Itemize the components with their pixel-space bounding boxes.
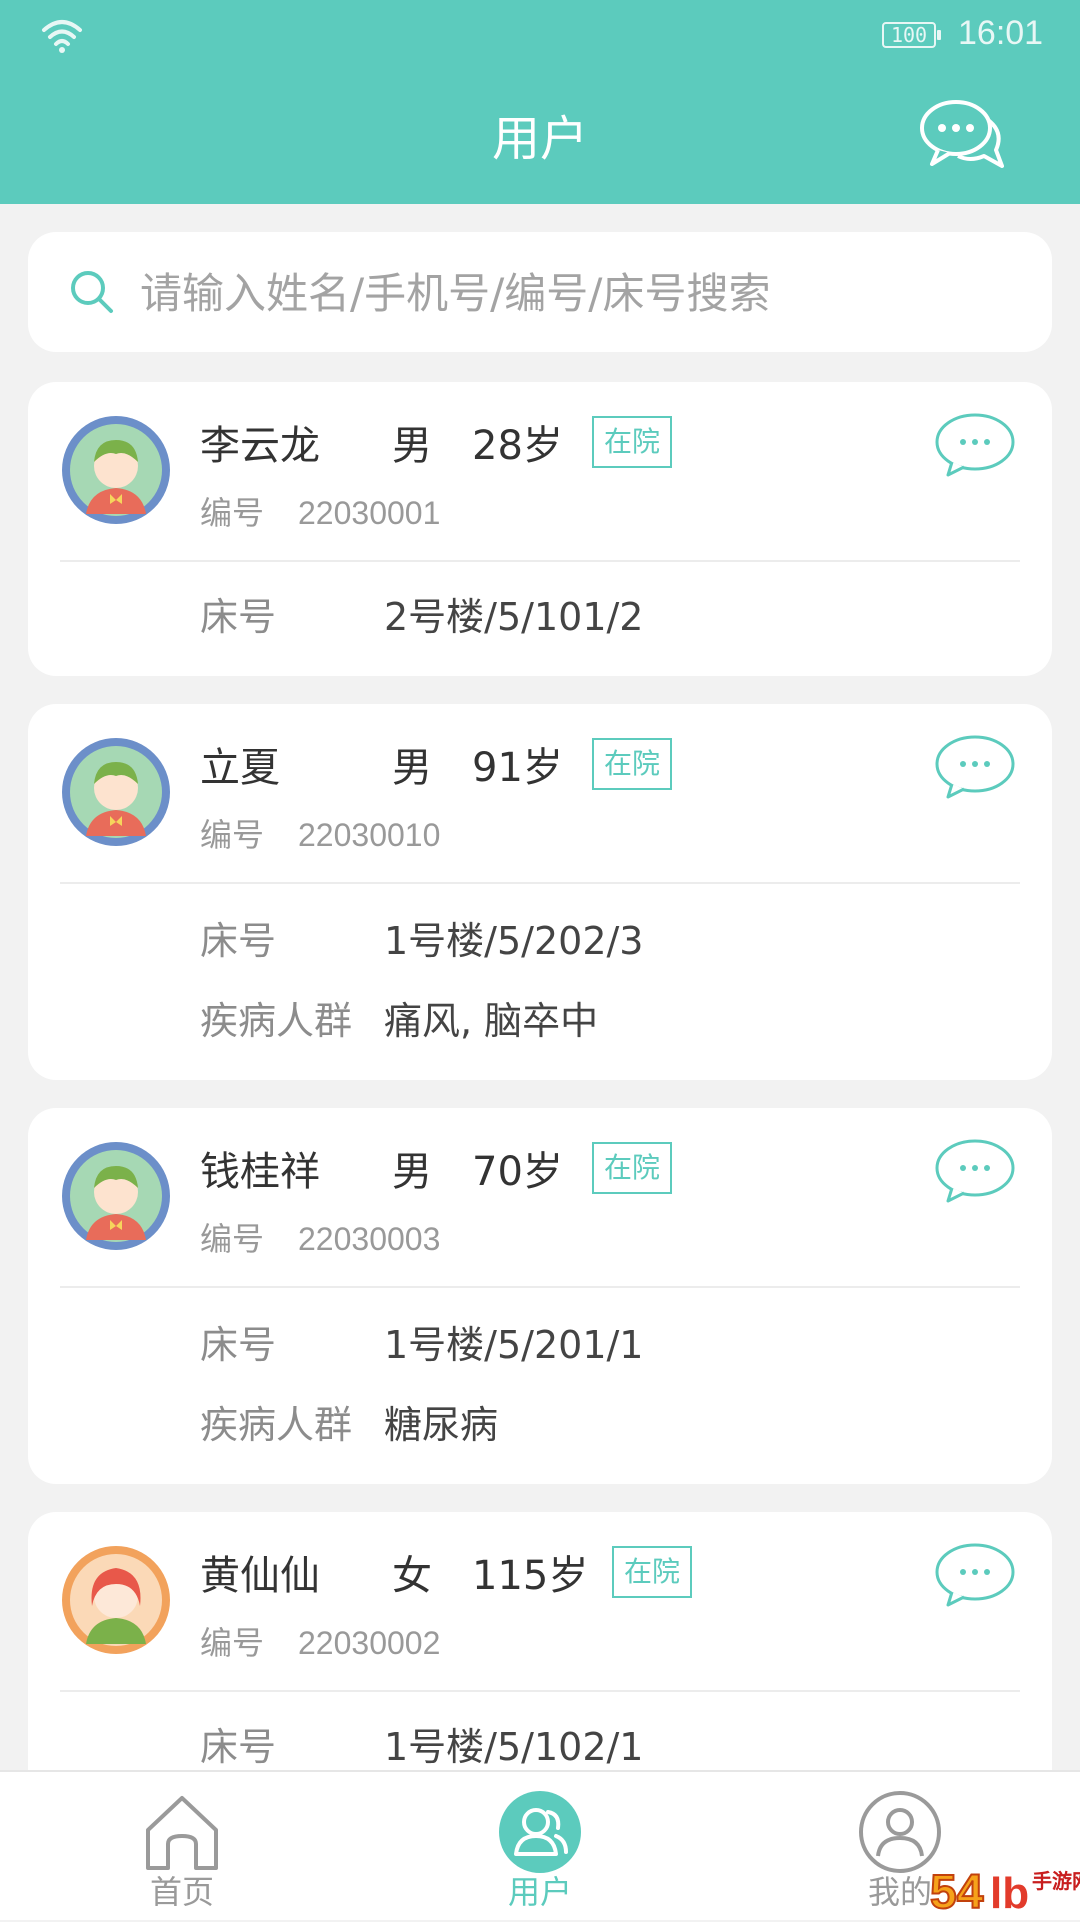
- disease-label: 疾病人群: [200, 1403, 353, 1447]
- divider: [60, 1286, 1020, 1288]
- disease-label: 疾病人群: [200, 999, 353, 1043]
- male-avatar: [62, 738, 170, 846]
- bed-label: 床号: [200, 595, 277, 639]
- nav-label: 首页: [149, 1873, 214, 1911]
- nav-label: 用户: [507, 1873, 572, 1911]
- user-code: 22030002: [298, 1625, 441, 1661]
- male-avatar: [62, 1142, 170, 1250]
- battery-indicator: 100: [882, 22, 941, 48]
- users-icon: [499, 1791, 581, 1873]
- divider: [60, 560, 1020, 562]
- code-label: 编号: [200, 1624, 265, 1662]
- user-card[interactable]: 立夏 男 91岁 在院 编号 22030010 床号 1号楼/5/202/3 疾…: [28, 704, 1052, 1080]
- user-age: 28岁: [472, 423, 563, 469]
- bed-value: 1号楼/5/201/1: [384, 1323, 644, 1367]
- user-gender: 男: [392, 423, 432, 469]
- chat-bubble-icon[interactable]: [934, 1542, 1016, 1608]
- female-avatar: [62, 1546, 170, 1654]
- user-name: 钱桂祥: [200, 1149, 320, 1195]
- code-label: 编号: [200, 816, 265, 854]
- disease-value: 糖尿病: [384, 1403, 499, 1447]
- user-name: 李云龙: [200, 423, 320, 469]
- user-card[interactable]: 黄仙仙 女 115岁 在院 编号 22030002 床号 1号楼/5/102/1: [28, 1512, 1052, 1806]
- user-card[interactable]: 钱桂祥 男 70岁 在院 编号 22030003 床号 1号楼/5/201/1 …: [28, 1108, 1052, 1484]
- divider: [60, 1690, 1020, 1692]
- bottom-nav: 首页 用户 我的: [0, 1770, 1080, 1920]
- user-code: 22030001: [298, 495, 441, 531]
- search-bar[interactable]: [28, 232, 1052, 352]
- code-label: 编号: [200, 494, 265, 532]
- user-code: 22030010: [298, 817, 441, 853]
- svg-text:54: 54: [930, 1866, 984, 1919]
- app-header: 100 16:01 用户: [0, 0, 1080, 204]
- bed-label: 床号: [200, 919, 277, 963]
- bed-value: 1号楼/5/102/1: [384, 1725, 644, 1769]
- status-time: 16:01: [958, 14, 1044, 52]
- code-label: 编号: [200, 1220, 265, 1258]
- bed-label: 床号: [200, 1725, 277, 1769]
- nav-item-home[interactable]: 首页: [82, 1772, 282, 1922]
- svg-text:lb: lb: [990, 1869, 1029, 1918]
- divider: [60, 882, 1020, 884]
- user-name: 黄仙仙: [200, 1553, 320, 1599]
- user-age: 115岁: [472, 1553, 589, 1599]
- status-badge: 在院: [592, 416, 673, 468]
- bed-value: 2号楼/5/101/2: [384, 595, 644, 639]
- user-gender: 男: [392, 745, 432, 791]
- watermark-text: 手游网: [1032, 1869, 1080, 1893]
- user-age: 91岁: [472, 745, 563, 791]
- watermark-logo: 54 lb 手游网: [929, 1865, 1080, 1920]
- chat-bubble-icon[interactable]: [934, 734, 1016, 800]
- male-avatar: [62, 416, 170, 524]
- home-icon: [146, 1796, 218, 1870]
- user-name: 立夏: [200, 745, 280, 791]
- user-gender: 男: [392, 1149, 432, 1195]
- search-input[interactable]: [138, 262, 1022, 324]
- bed-value: 1号楼/5/202/3: [384, 919, 644, 963]
- status-badge: 在院: [612, 1546, 693, 1598]
- disease-value: 痛风, 脑卒中: [384, 999, 599, 1043]
- user-age: 70岁: [472, 1149, 563, 1195]
- user-card[interactable]: 李云龙 男 28岁 在院 编号 22030001 床号 2号楼/5/101/2: [28, 382, 1052, 676]
- bed-label: 床号: [200, 1323, 277, 1367]
- nav-item-users[interactable]: 用户: [440, 1772, 640, 1922]
- user-code: 22030003: [298, 1221, 441, 1257]
- user-gender: 女: [392, 1553, 432, 1599]
- wifi-icon: [42, 20, 82, 53]
- chat-bubble-icon[interactable]: [934, 412, 1016, 478]
- chat-bubble-icon[interactable]: [934, 1138, 1016, 1204]
- messages-button[interactable]: [918, 96, 1004, 176]
- search-icon: [71, 271, 113, 313]
- status-badge: 在院: [592, 738, 673, 790]
- status-badge: 在院: [592, 1142, 673, 1194]
